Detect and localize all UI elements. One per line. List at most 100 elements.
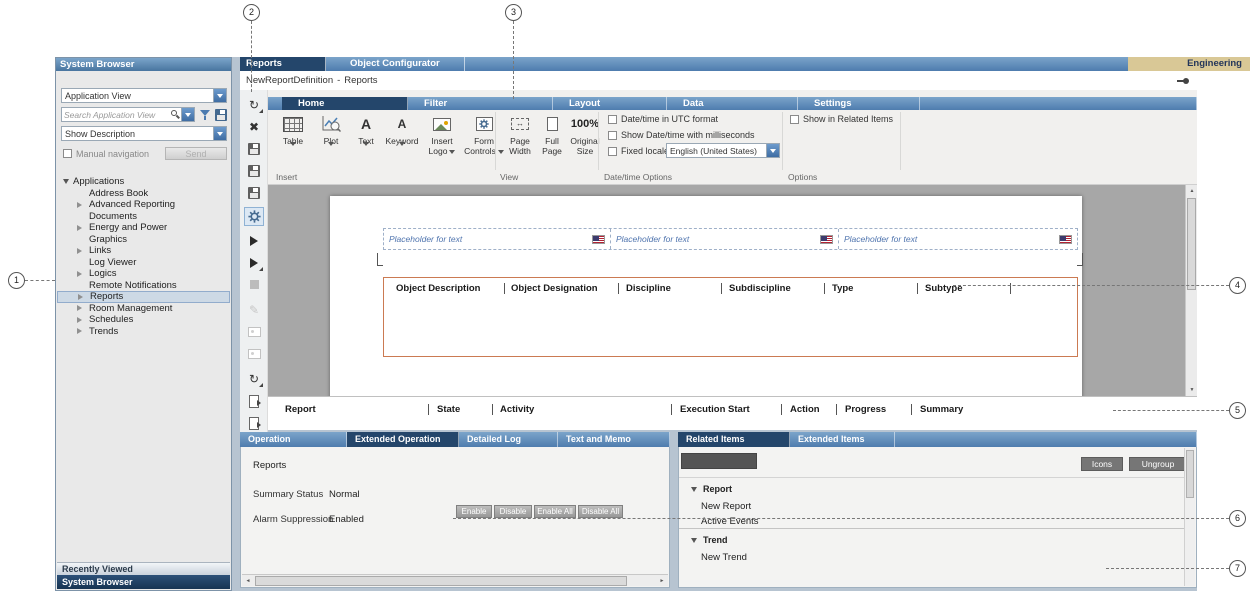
- tab-detailed-log[interactable]: Detailed Log: [459, 432, 558, 447]
- checkbox-icon[interactable]: [608, 131, 617, 140]
- ribbon-tab-layout[interactable]: Layout: [553, 97, 667, 110]
- tab-extended-items[interactable]: Extended Items: [790, 432, 895, 447]
- enable-button[interactable]: Enable: [456, 505, 492, 518]
- chevron-right-icon[interactable]: [78, 294, 83, 300]
- search-dropdown-arrow-icon[interactable]: [181, 108, 194, 121]
- export-document-as-button[interactable]: [244, 414, 264, 433]
- tree-item-log-viewer[interactable]: Log Viewer: [57, 257, 230, 269]
- tree-item-trends[interactable]: Trends: [57, 326, 230, 338]
- insert-text-button[interactable]: A Text: [352, 112, 380, 156]
- save-as-button[interactable]: [244, 161, 264, 180]
- breadcrumb-item-reports[interactable]: Reports: [344, 75, 377, 86]
- table-column-header[interactable]: Discipline: [626, 283, 671, 294]
- report-table[interactable]: Object Description Object Designation Di…: [383, 277, 1078, 357]
- chevron-down-icon[interactable]: [691, 538, 697, 543]
- language-flag-icon[interactable]: [820, 235, 833, 244]
- tree-item-room-management[interactable]: Room Management: [57, 303, 230, 315]
- tree-item-address-book[interactable]: Address Book: [57, 188, 230, 200]
- save-search-icon[interactable]: [215, 109, 227, 121]
- breadcrumb-item-definition[interactable]: NewReportDefinition: [246, 75, 333, 86]
- ungroup-button[interactable]: Ungroup: [1129, 457, 1187, 471]
- table-column-header[interactable]: Subdiscipline: [729, 283, 791, 294]
- chevron-right-icon[interactable]: [77, 317, 82, 323]
- canvas-vertical-scrollbar[interactable]: ▲ ▼: [1185, 185, 1197, 396]
- settings-button[interactable]: [244, 207, 264, 226]
- send-button[interactable]: Send: [165, 147, 227, 160]
- related-item-new-trend[interactable]: New Trend: [701, 552, 747, 563]
- chevron-right-icon[interactable]: [77, 202, 82, 208]
- execution-column-header[interactable]: Progress: [845, 404, 886, 415]
- save-all-button[interactable]: [244, 183, 264, 202]
- text-placeholder[interactable]: Placeholder for text: [384, 229, 611, 249]
- application-view-dropdown[interactable]: Application View: [61, 88, 227, 103]
- scrollbar-thumb[interactable]: [1187, 198, 1196, 290]
- chevron-right-icon[interactable]: [77, 271, 82, 277]
- filter-icon[interactable]: [199, 109, 211, 121]
- refresh-report-button[interactable]: ↻: [244, 95, 264, 114]
- form-controls-button[interactable]: Form Controls: [462, 112, 506, 156]
- execution-column-header[interactable]: Execution Start: [680, 404, 750, 415]
- run-options-button[interactable]: [244, 253, 264, 272]
- full-page-button[interactable]: Full Page: [538, 112, 566, 156]
- scrollbar-thumb[interactable]: [1186, 450, 1194, 498]
- manual-navigation-checkbox[interactable]: [63, 149, 72, 158]
- locale-dropdown[interactable]: English (United States): [666, 143, 780, 158]
- tab-text-and-memo[interactable]: Text and Memo: [558, 432, 670, 447]
- page-width-button[interactable]: ↔ Page Width: [504, 112, 536, 156]
- language-flag-icon[interactable]: [592, 235, 605, 244]
- text-placeholder[interactable]: Placeholder for text: [611, 229, 839, 249]
- snapshot-button[interactable]: [244, 322, 264, 341]
- report-page[interactable]: Placeholder for text Placeholder for tex…: [330, 196, 1082, 396]
- tab-extended-operation[interactable]: Extended Operation: [347, 432, 459, 447]
- search-input[interactable]: [62, 110, 171, 120]
- chevron-right-icon[interactable]: [77, 328, 82, 334]
- table-column-header[interactable]: Type: [832, 283, 853, 294]
- chevron-down-icon[interactable]: [691, 487, 697, 492]
- execution-column-header[interactable]: State: [437, 404, 460, 415]
- insert-plot-button[interactable]: Plot: [314, 112, 348, 156]
- chevron-right-icon[interactable]: [77, 248, 82, 254]
- original-size-button[interactable]: 100% Original Size: [568, 112, 602, 156]
- dropdown-arrow-icon[interactable]: [213, 89, 226, 102]
- tree-item-graphics[interactable]: Graphics: [57, 234, 230, 246]
- ribbon-tab-home[interactable]: Home: [282, 97, 408, 110]
- related-group-trend[interactable]: Trend: [691, 535, 728, 545]
- system-browser-bottom-tab[interactable]: System Browser: [57, 575, 230, 589]
- pin-icon[interactable]: [1177, 78, 1189, 84]
- table-column-header[interactable]: Object Description: [396, 283, 480, 294]
- milliseconds-checkbox-row[interactable]: Show Date/time with milliseconds: [608, 130, 755, 140]
- ribbon-tab-filter[interactable]: Filter: [408, 97, 553, 110]
- related-filter-field[interactable]: [681, 453, 757, 469]
- ribbon-tab-data[interactable]: Data: [667, 97, 798, 110]
- insert-logo-button[interactable]: Insert Logo: [424, 112, 460, 156]
- show-description-dropdown[interactable]: Show Description: [61, 126, 227, 141]
- icons-button[interactable]: Icons: [1081, 457, 1123, 471]
- disable-all-button[interactable]: Disable All: [578, 505, 623, 518]
- related-item-new-report[interactable]: New Report: [701, 501, 751, 512]
- search-icon[interactable]: [171, 110, 181, 120]
- utc-format-checkbox-row[interactable]: Date/time in UTC format: [608, 114, 718, 124]
- tree-item-schedules[interactable]: Schedules: [57, 314, 230, 326]
- table-column-header[interactable]: Object Designation: [511, 283, 598, 294]
- operation-horizontal-scrollbar[interactable]: ◄ ►: [242, 574, 668, 586]
- tab-related-items[interactable]: Related Items: [678, 432, 790, 447]
- enable-all-button[interactable]: Enable All: [534, 505, 576, 518]
- tree-item-logics[interactable]: Logics: [57, 268, 230, 280]
- dropdown-arrow-icon[interactable]: [766, 144, 779, 157]
- execution-column-header[interactable]: Activity: [500, 404, 534, 415]
- cancel-button[interactable]: ✖: [244, 117, 264, 136]
- tab-operation[interactable]: Operation: [240, 432, 347, 447]
- language-flag-icon[interactable]: [1059, 235, 1072, 244]
- text-placeholder[interactable]: Placeholder for text: [839, 229, 1077, 249]
- run-report-button[interactable]: [244, 231, 264, 250]
- insert-keyword-button[interactable]: A Keyword: [382, 112, 422, 156]
- edit-button[interactable]: ✎: [244, 300, 264, 319]
- checkbox-icon[interactable]: [790, 115, 799, 124]
- tab-object-configurator[interactable]: Object Configurator: [326, 57, 465, 71]
- chevron-down-icon[interactable]: [63, 179, 69, 184]
- scrollbar-thumb[interactable]: [255, 576, 627, 586]
- tree-item-remote-notifications[interactable]: Remote Notifications: [57, 280, 230, 292]
- ribbon-tab-settings[interactable]: Settings: [798, 97, 920, 110]
- related-vertical-scrollbar[interactable]: [1184, 448, 1195, 586]
- scroll-right-icon[interactable]: ►: [656, 575, 668, 587]
